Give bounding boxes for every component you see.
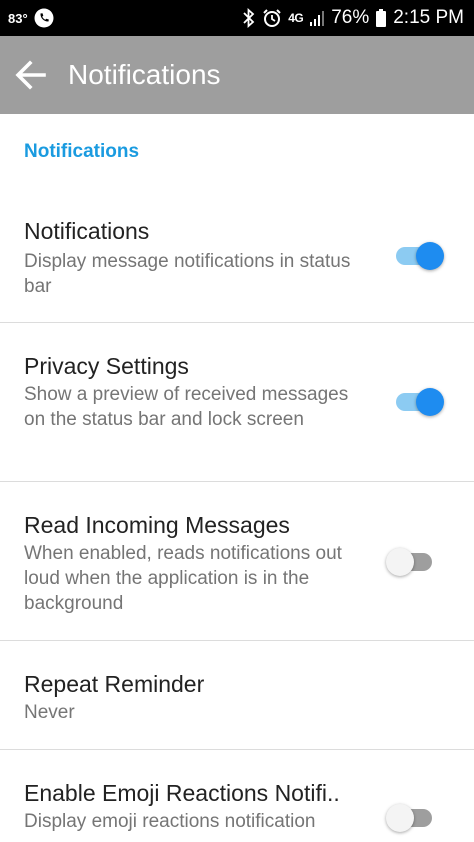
- emoji-reactions-toggle[interactable]: [384, 798, 446, 838]
- privacy-toggle[interactable]: [384, 382, 446, 422]
- setting-summary: Show a preview of received messages on t…: [24, 384, 349, 430]
- toggle-thumb: [386, 548, 414, 576]
- page-title: Notifications: [68, 59, 221, 90]
- app-bar: Notifications: [0, 36, 474, 114]
- setting-title: Repeat Reminder: [24, 671, 205, 697]
- setting-emoji-reactions[interactable]: Enable Emoji Reactions Notifi.. Display …: [0, 750, 474, 842]
- setting-read-incoming[interactable]: Read Incoming Messages When enabled, rea…: [0, 482, 474, 640]
- setting-notifications[interactable]: Notifications Display message notificati…: [0, 200, 474, 323]
- setting-title: Privacy Settings: [24, 353, 189, 379]
- clock: 2:15 PM: [393, 7, 464, 28]
- toggle-thumb: [386, 804, 414, 832]
- setting-summary: Display emoji reactions notification: [24, 811, 316, 832]
- phone-icon: [34, 8, 54, 28]
- status-left: 83°: [8, 0, 54, 36]
- bluetooth-icon: [242, 8, 256, 28]
- setting-title: Notifications: [24, 218, 150, 244]
- arrow-back-icon: [14, 58, 48, 92]
- alarm-icon: [262, 8, 282, 28]
- temperature-text: 83°: [8, 10, 28, 26]
- setting-summary: Display message notifications in status …: [24, 251, 351, 297]
- setting-privacy[interactable]: Privacy Settings Show a preview of recei…: [0, 323, 474, 481]
- battery-percent: 76%: [331, 7, 370, 28]
- battery-icon: [375, 8, 387, 28]
- notifications-toggle[interactable]: [384, 236, 446, 276]
- status-bar: 83° 4G 76% 2:15 PM: [0, 0, 474, 36]
- setting-title: Enable Emoji Reactions Notifi..: [24, 780, 340, 806]
- setting-title: Read Incoming Messages: [24, 512, 290, 538]
- status-right: 4G 76% 2:15 PM: [242, 0, 464, 36]
- toggle-thumb: [416, 242, 444, 270]
- read-incoming-toggle[interactable]: [384, 542, 446, 582]
- setting-repeat-reminder[interactable]: Repeat Reminder Never: [0, 641, 474, 749]
- back-button[interactable]: [0, 36, 62, 114]
- setting-summary: Never: [24, 702, 75, 723]
- signal-icon: [309, 9, 325, 27]
- setting-summary: When enabled, reads notifications out lo…: [24, 543, 342, 614]
- toggle-thumb: [416, 388, 444, 416]
- section-header: Notifications: [24, 141, 140, 162]
- network-4g-icon: 4G: [288, 11, 304, 25]
